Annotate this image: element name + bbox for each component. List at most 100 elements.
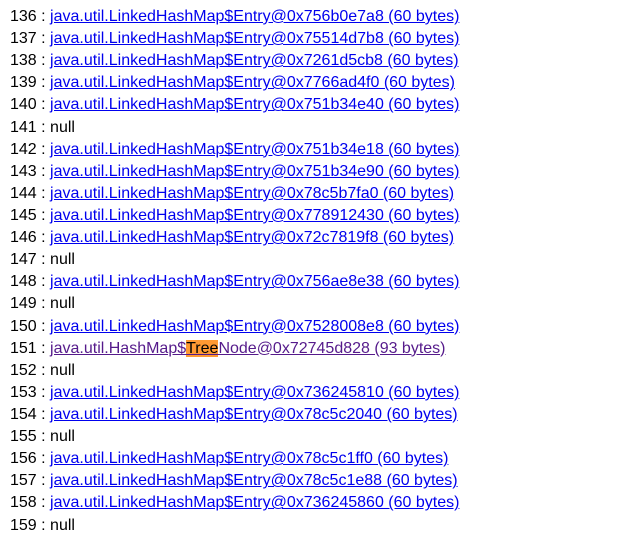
heap-entry-link[interactable]: java.util.LinkedHashMap$Entry@0x7261d5cb… <box>50 52 458 69</box>
entry-index: 137 <box>10 30 37 47</box>
entry-index: 159 <box>10 517 37 534</box>
null-value: null <box>50 362 75 379</box>
heap-entry-row: 156 : java.util.LinkedHashMap$Entry@0x78… <box>10 448 630 469</box>
entry-index: 142 <box>10 141 37 158</box>
index-separator: : <box>37 406 50 423</box>
treenode-prefix: java.util.HashMap$ <box>50 340 186 357</box>
entry-index: 147 <box>10 251 37 268</box>
heap-entry-row: 148 : java.util.LinkedHashMap$Entry@0x75… <box>10 271 630 292</box>
heap-entry-row: 155 : null <box>10 426 630 447</box>
entry-index: 152 <box>10 362 37 379</box>
entry-index: 139 <box>10 74 37 91</box>
index-separator: : <box>37 163 50 180</box>
heap-entry-row: 136 : java.util.LinkedHashMap$Entry@0x75… <box>10 6 630 27</box>
index-separator: : <box>37 472 50 489</box>
highlight-word: Tree <box>186 340 218 357</box>
entry-index: 149 <box>10 295 37 312</box>
null-value: null <box>50 295 75 312</box>
index-separator: : <box>37 207 50 224</box>
heap-entry-link[interactable]: java.util.LinkedHashMap$Entry@0x72c7819f… <box>50 229 454 246</box>
heap-entry-row: 140 : java.util.LinkedHashMap$Entry@0x75… <box>10 94 630 115</box>
index-separator: : <box>37 428 50 445</box>
heap-entry-row: 146 : java.util.LinkedHashMap$Entry@0x72… <box>10 227 630 248</box>
treenode-suffix: Node@0x72745d828 (93 bytes) <box>218 340 445 357</box>
heap-entry-link[interactable]: java.util.LinkedHashMap$Entry@0x73624586… <box>50 494 459 511</box>
null-value: null <box>50 517 75 534</box>
heap-entry-link[interactable]: java.util.LinkedHashMap$Entry@0x756b0e7a… <box>50 8 459 25</box>
heap-entry-row: 150 : java.util.LinkedHashMap$Entry@0x75… <box>10 316 630 337</box>
entry-index: 146 <box>10 229 37 246</box>
heap-entry-link[interactable]: java.util.LinkedHashMap$Entry@0x73624581… <box>50 384 459 401</box>
heap-entry-row: 137 : java.util.LinkedHashMap$Entry@0x75… <box>10 28 630 49</box>
entry-index: 145 <box>10 207 37 224</box>
entry-index: 148 <box>10 273 37 290</box>
heap-entry-row: 152 : null <box>10 360 630 381</box>
heap-entry-row: 158 : java.util.LinkedHashMap$Entry@0x73… <box>10 492 630 513</box>
heap-entry-link[interactable]: java.util.LinkedHashMap$Entry@0x751b34e4… <box>50 96 459 113</box>
heap-entry-link[interactable]: java.util.LinkedHashMap$Entry@0x756ae8e3… <box>50 273 459 290</box>
null-value: null <box>50 251 75 268</box>
heap-entry-row: 149 : null <box>10 293 630 314</box>
heap-entry-link[interactable]: java.util.LinkedHashMap$Entry@0x751b34e1… <box>50 141 459 158</box>
heap-entry-row: 145 : java.util.LinkedHashMap$Entry@0x77… <box>10 205 630 226</box>
index-separator: : <box>37 141 50 158</box>
heap-entry-row: 141 : null <box>10 117 630 138</box>
heap-entry-link[interactable]: java.util.LinkedHashMap$Entry@0x78c5b7fa… <box>50 185 454 202</box>
index-separator: : <box>37 340 50 357</box>
index-separator: : <box>37 30 50 47</box>
heap-entry-row: 159 : null <box>10 515 630 536</box>
entry-index: 140 <box>10 96 37 113</box>
heap-entry-row: 139 : java.util.LinkedHashMap$Entry@0x77… <box>10 72 630 93</box>
entry-index: 136 <box>10 8 37 25</box>
index-separator: : <box>37 273 50 290</box>
index-separator: : <box>37 229 50 246</box>
index-separator: : <box>37 52 50 69</box>
heap-entry-link[interactable]: java.util.LinkedHashMap$Entry@0x7528008e… <box>50 318 459 335</box>
index-separator: : <box>37 251 50 268</box>
index-separator: : <box>37 185 50 202</box>
heap-entry-row: 151 : java.util.HashMap$TreeNode@0x72745… <box>10 338 630 359</box>
entry-index: 153 <box>10 384 37 401</box>
index-separator: : <box>37 318 50 335</box>
heap-entry-link[interactable]: java.util.LinkedHashMap$Entry@0x78c5c204… <box>50 406 458 423</box>
index-separator: : <box>37 450 50 467</box>
heap-entry-row: 147 : null <box>10 249 630 270</box>
null-value: null <box>50 119 75 136</box>
index-separator: : <box>37 384 50 401</box>
heap-entry-link[interactable]: java.util.LinkedHashMap$Entry@0x78c5c1ff… <box>50 450 448 467</box>
entry-index: 157 <box>10 472 37 489</box>
entry-index: 141 <box>10 119 37 136</box>
index-separator: : <box>37 119 50 136</box>
index-separator: : <box>37 8 50 25</box>
entry-index: 158 <box>10 494 37 511</box>
heap-entry-row: 144 : java.util.LinkedHashMap$Entry@0x78… <box>10 183 630 204</box>
heap-entry-row: 154 : java.util.LinkedHashMap$Entry@0x78… <box>10 404 630 425</box>
index-separator: : <box>37 74 50 91</box>
heap-entry-link[interactable]: java.util.LinkedHashMap$Entry@0x77891243… <box>50 207 459 224</box>
entry-index: 151 <box>10 340 37 357</box>
heap-entry-link[interactable]: java.util.LinkedHashMap$Entry@0x751b34e9… <box>50 163 459 180</box>
entry-index: 138 <box>10 52 37 69</box>
entry-index: 143 <box>10 163 37 180</box>
index-separator: : <box>37 96 50 113</box>
entry-index: 154 <box>10 406 37 423</box>
null-value: null <box>50 428 75 445</box>
index-separator: : <box>37 517 50 534</box>
heap-entry-link[interactable]: java.util.LinkedHashMap$Entry@0x75514d7b… <box>50 30 459 47</box>
heap-entry-link[interactable]: java.util.LinkedHashMap$Entry@0x7766ad4f… <box>50 74 455 91</box>
heap-entry-row: 157 : java.util.LinkedHashMap$Entry@0x78… <box>10 470 630 491</box>
heap-entry-link[interactable]: java.util.LinkedHashMap$Entry@0x78c5c1e8… <box>50 472 458 489</box>
heap-entry-row: 138 : java.util.LinkedHashMap$Entry@0x72… <box>10 50 630 71</box>
entry-index: 156 <box>10 450 37 467</box>
heap-entry-list: 136 : java.util.LinkedHashMap$Entry@0x75… <box>10 6 630 536</box>
heap-treenode-link[interactable]: java.util.HashMap$TreeNode@0x72745d828 (… <box>50 340 445 357</box>
heap-entry-row: 143 : java.util.LinkedHashMap$Entry@0x75… <box>10 161 630 182</box>
entry-index: 144 <box>10 185 37 202</box>
index-separator: : <box>37 494 50 511</box>
heap-entry-row: 142 : java.util.LinkedHashMap$Entry@0x75… <box>10 139 630 160</box>
entry-index: 155 <box>10 428 37 445</box>
entry-index: 150 <box>10 318 37 335</box>
index-separator: : <box>37 295 50 312</box>
index-separator: : <box>37 362 50 379</box>
heap-entry-row: 153 : java.util.LinkedHashMap$Entry@0x73… <box>10 382 630 403</box>
